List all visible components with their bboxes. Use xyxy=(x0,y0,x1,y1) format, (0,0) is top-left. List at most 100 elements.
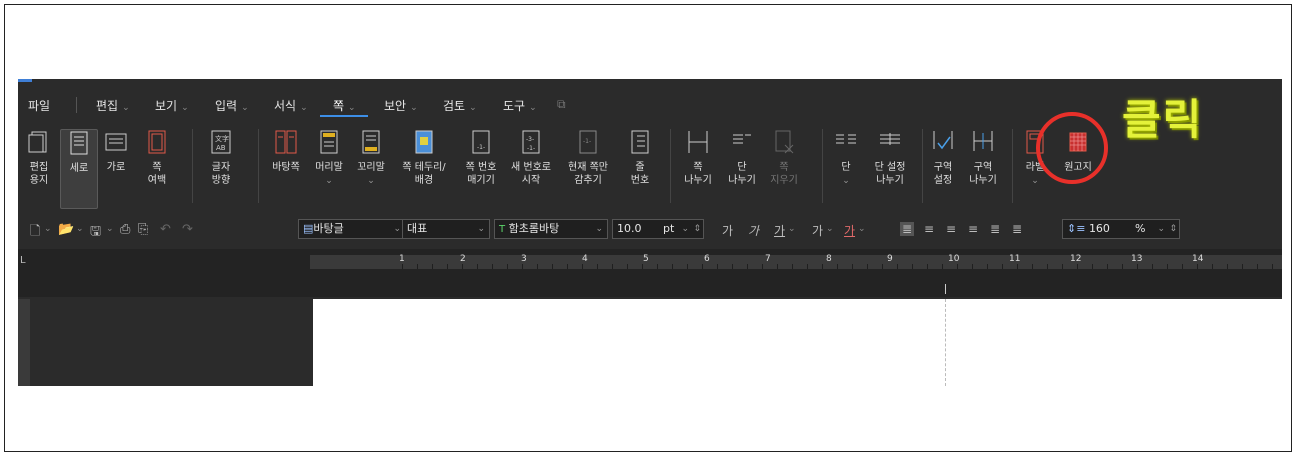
chevron-down-icon: ⌄ xyxy=(595,224,603,234)
style-select[interactable]: ▤바탕글 ⌄ xyxy=(298,219,406,239)
page-break-button[interactable]: 쪽 나누기 xyxy=(678,129,718,187)
ruler-tick xyxy=(822,264,823,269)
align-center-icon[interactable]: ≡ xyxy=(946,222,956,236)
chevron-down-icon: ⌄ xyxy=(300,103,308,113)
columns-button[interactable]: 단 ⌄ xyxy=(830,129,862,188)
menu-edit[interactable]: 편집 ⌄ xyxy=(96,97,130,114)
line-number-label: 줄 번호 xyxy=(630,162,650,186)
menu-separator xyxy=(76,97,77,113)
ruler-number: 14 xyxy=(1192,254,1204,264)
edit-paper-icon xyxy=(28,131,47,153)
delete-page-label: 쪽 지우기 xyxy=(770,162,798,186)
tab-type-selector[interactable]: L xyxy=(20,255,26,266)
ruler-tick xyxy=(657,264,658,269)
strikethrough-button[interactable]: 가 xyxy=(812,222,823,239)
highlight-circle xyxy=(1036,112,1108,184)
hide-current-page-button[interactable]: -1- 현재 쪽만 감추기 xyxy=(562,129,614,187)
horizontal-ruler[interactable]: 1 2 3 4 5 6 7 8 9 10 11 12 13 14 xyxy=(310,254,1282,269)
section-break-button[interactable]: 구역 나누기 xyxy=(964,129,1002,187)
ruler-tick xyxy=(852,264,853,269)
master-page-label: 바탕쪽 xyxy=(272,162,300,173)
columns-icon xyxy=(836,134,856,144)
delete-page-button[interactable]: 쪽 지우기 xyxy=(766,129,802,187)
bold-button[interactable]: 가 xyxy=(722,222,733,239)
ruler-tick xyxy=(1272,264,1273,269)
ruler-tick xyxy=(942,264,943,269)
align-left-icon[interactable]: ≡ xyxy=(924,222,934,236)
menu-format[interactable]: 서식 ⌄ xyxy=(274,97,308,114)
section-settings-button[interactable]: 구역 설정 xyxy=(926,129,960,187)
chevron-down-icon[interactable]: ⌄ xyxy=(858,224,866,234)
align-justify-icon[interactable]: ≣ xyxy=(900,222,915,236)
new-number-button[interactable]: -3- -1- 새 번호로 시작 xyxy=(508,129,554,187)
underline-button[interactable]: 가 xyxy=(774,222,785,239)
ribbon-pin-icon[interactable]: ⧉ xyxy=(557,97,566,112)
menu-tools[interactable]: 도구 ⌄ xyxy=(503,97,537,114)
edit-paper-button[interactable]: 편집 용지 xyxy=(22,129,56,187)
ruler-tick xyxy=(807,264,808,269)
print-icon[interactable]: ⎙ xyxy=(120,222,130,237)
stepper-icon[interactable]: ⇕ xyxy=(1169,220,1177,238)
chevron-down-icon: ⌄ xyxy=(325,176,333,186)
chevron-down-icon[interactable]: ⌄ xyxy=(76,224,84,234)
distribute-icon[interactable]: ≣ xyxy=(990,222,1000,236)
ruler-tick xyxy=(1242,264,1243,269)
font-select[interactable]: T 함초롬바탕 ⌄ xyxy=(494,219,608,239)
column-settings-button[interactable]: 단 설정 나누기 xyxy=(868,129,912,187)
split-align-icon[interactable]: ≣ xyxy=(1012,222,1022,236)
menu-file[interactable]: 파일 xyxy=(28,97,50,114)
menu-review[interactable]: 검토 ⌄ xyxy=(443,97,477,114)
language-select[interactable]: 대표 ⌄ xyxy=(402,219,490,239)
section-settings-icon xyxy=(933,131,953,150)
portrait-button[interactable]: 세로 xyxy=(60,129,98,209)
line-spacing-field[interactable]: ⇕≡ 160 % ⌄ ⇕ xyxy=(1062,219,1180,239)
chevron-down-icon[interactable]: ⌄ xyxy=(44,224,52,234)
ruler-tick xyxy=(702,264,703,269)
ruler-tick xyxy=(1062,264,1063,269)
ruler-tick xyxy=(672,264,673,269)
landscape-button[interactable]: 가로 xyxy=(100,129,132,174)
column-break-button[interactable]: 단 나누기 xyxy=(722,129,762,187)
menu-bar: 파일 편집 ⌄ 보기 ⌄ 입력 ⌄ 서식 ⌄ 쪽 ⌄ 보안 ⌄ 검토 ⌄ 도구 ⌄ ⧉ xyxy=(18,91,1282,117)
chevron-down-icon[interactable]: ⌄ xyxy=(788,224,796,234)
page-border-button[interactable]: 쪽 테두리/ 배경 xyxy=(396,129,452,187)
undo-icon[interactable]: ↶ xyxy=(160,222,171,237)
page-number-button[interactable]: -1- 쪽 번호 매기기 xyxy=(458,129,504,187)
document-page[interactable] xyxy=(313,299,1282,386)
ruler-tick xyxy=(1197,264,1198,269)
italic-button[interactable]: 가 xyxy=(748,222,759,239)
open-folder-icon[interactable]: 📂 xyxy=(58,222,74,237)
font-type-icon: T xyxy=(499,224,506,235)
vertical-ruler[interactable] xyxy=(18,299,30,386)
font-value: 함초롬바탕 xyxy=(508,222,560,235)
menu-insert[interactable]: 입력 ⌄ xyxy=(215,97,249,114)
ruler-tick xyxy=(597,264,598,269)
menu-page[interactable]: 쪽 ⌄ xyxy=(333,97,356,114)
ribbon-separator xyxy=(670,129,671,203)
page-margin-button[interactable]: 쪽 여백 xyxy=(140,129,174,187)
text-direction-button[interactable]: 文字 AB 글자 방향 xyxy=(204,129,238,187)
menu-security[interactable]: 보안 ⌄ xyxy=(384,97,418,114)
chevron-down-icon[interactable]: ⌄ xyxy=(106,224,114,234)
chevron-down-icon[interactable]: ⌄ xyxy=(826,224,834,234)
footer-button[interactable]: 꼬리말 ⌄ xyxy=(352,129,390,188)
redo-icon[interactable]: ↷ xyxy=(182,222,193,237)
align-right-icon[interactable]: ≡ xyxy=(968,222,978,236)
ruler-tick xyxy=(837,264,838,269)
master-page-icon xyxy=(275,130,297,154)
header-button[interactable]: 머리말 ⌄ xyxy=(310,129,348,188)
new-number-icon: -3--1- xyxy=(522,130,540,154)
line-number-button[interactable]: 줄 번호 xyxy=(622,129,658,187)
font-color-button[interactable]: 가 xyxy=(844,222,855,239)
master-page-button[interactable]: 바탕쪽 xyxy=(266,129,306,174)
font-size-field[interactable]: 10.0 pt ⌄ ⇕ xyxy=(612,219,704,239)
print-preview-icon[interactable]: ⎘ xyxy=(138,222,148,237)
footer-label: 꼬리말 xyxy=(357,162,385,173)
chevron-down-icon: ⌄ xyxy=(367,176,375,186)
ruler-number: 11 xyxy=(1009,254,1021,264)
menu-view[interactable]: 보기 ⌄ xyxy=(155,97,189,114)
stepper-icon[interactable]: ⇕ xyxy=(693,220,701,238)
ruler-tick xyxy=(897,264,898,269)
new-document-icon[interactable]: 🗋 xyxy=(30,222,40,244)
save-icon[interactable]: 🖫 xyxy=(90,222,101,244)
